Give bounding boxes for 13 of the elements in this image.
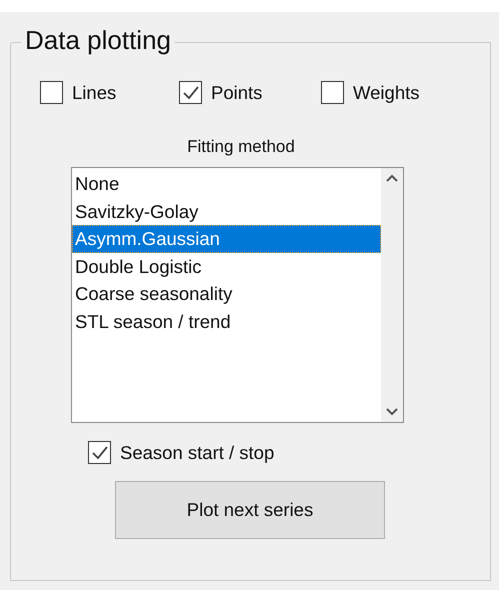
- list-item[interactable]: Asymm.Gaussian: [72, 225, 381, 252]
- list-item[interactable]: Coarse seasonality: [72, 280, 381, 308]
- list-item[interactable]: STL season / trend: [72, 308, 381, 335]
- list-caption: Fitting method: [186, 137, 296, 157]
- list-item[interactable]: None: [72, 170, 381, 198]
- checkbox-label: Lines: [72, 82, 116, 104]
- method-list[interactable]: None Savitzky-Golay Asymm.Gaussian Double Logistic Coarse seasonality STL season / trend: [71, 167, 404, 423]
- checkbox-label: Weights: [353, 82, 420, 104]
- list-item[interactable]: Double Logistic: [72, 252, 381, 280]
- checkbox-label: Points: [211, 82, 262, 104]
- plot-button[interactable]: Plot next series: [115, 481, 385, 539]
- list-item[interactable]: Savitzky-Golay: [72, 198, 381, 225]
- checkbox-label: Season start / stop: [120, 442, 274, 464]
